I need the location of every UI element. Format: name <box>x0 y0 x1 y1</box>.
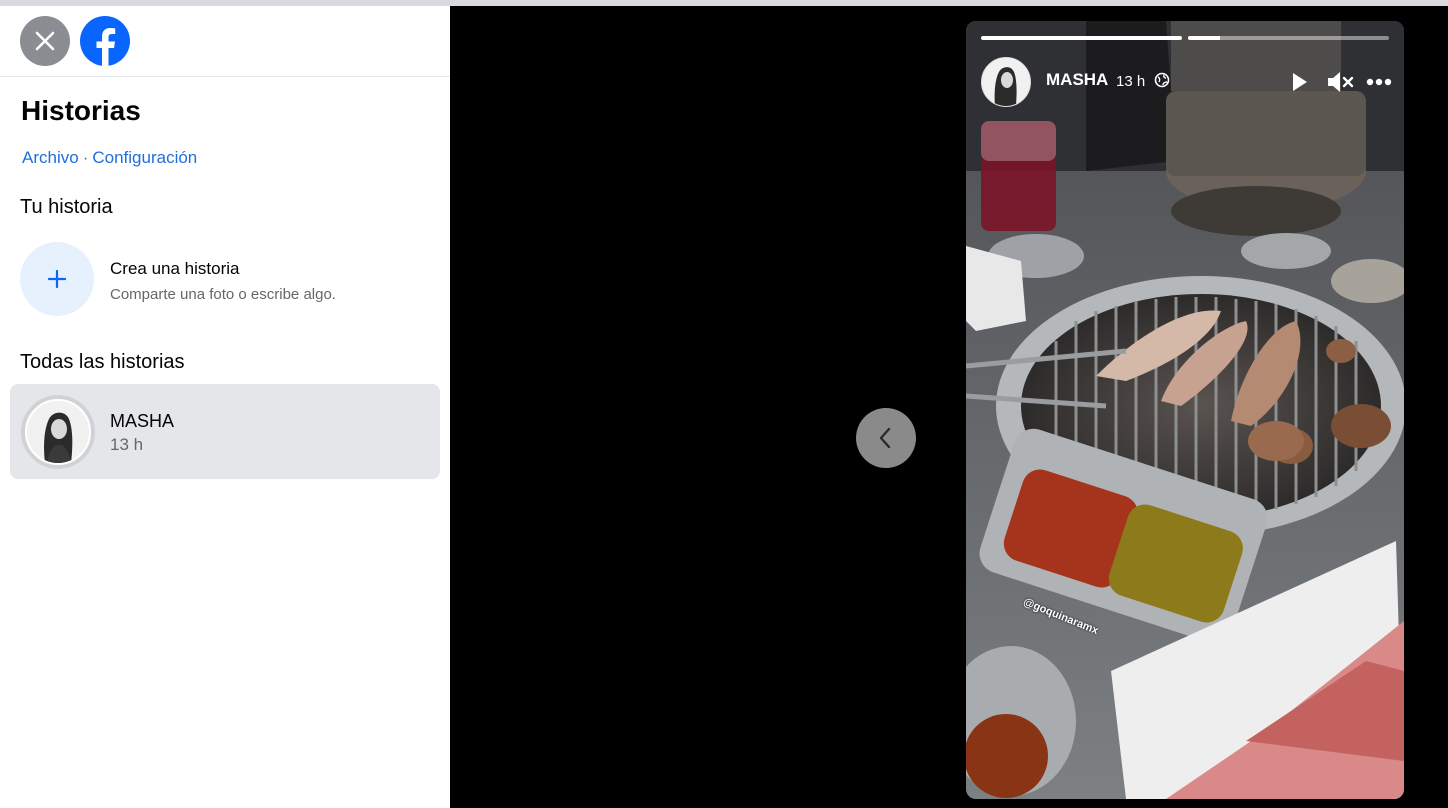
create-story-circle <box>20 242 94 316</box>
story-links: Archivo · Configuración <box>22 148 197 168</box>
story-avatar-ring <box>21 395 95 469</box>
globe-icon <box>1154 72 1170 88</box>
avatar-photo <box>27 401 89 463</box>
previous-story-button[interactable] <box>856 408 916 468</box>
story-author-avatar[interactable] <box>981 57 1031 107</box>
story-timestamp: 13 h <box>110 435 144 454</box>
close-button[interactable] <box>20 16 70 66</box>
your-story-heading: Tu historia <box>20 196 113 218</box>
progress-segment <box>1188 36 1389 40</box>
story-viewer: MASHA 13 h @goquinaramx <box>450 6 1448 808</box>
all-stories-heading: Todas las historias <box>20 351 185 373</box>
page-title: Historias <box>21 95 141 126</box>
progress-fill <box>981 36 1182 40</box>
stories-sidebar: Historias Archivo · Configuración Tu histo… <box>0 6 450 808</box>
more-icon[interactable] <box>1366 77 1392 87</box>
chevron-left-icon <box>879 427 891 449</box>
story-progress-bar <box>981 36 1389 40</box>
create-story-subtitle: Comparte una foto o escribe algo. <box>110 286 336 303</box>
play-icon[interactable] <box>1288 71 1310 93</box>
facebook-logo-icon[interactable] <box>80 16 130 66</box>
create-story-title: Crea una historia <box>110 259 240 278</box>
story-author-name[interactable]: MASHA <box>1046 70 1108 90</box>
story-author-name: MASHA <box>110 411 175 431</box>
progress-fill <box>1188 36 1221 40</box>
avatar-photo <box>982 58 1030 106</box>
link-separator: · <box>82 148 89 167</box>
create-story-button[interactable]: Crea una historia Comparte una foto o es… <box>20 242 430 318</box>
plus-icon <box>47 269 67 289</box>
mute-icon[interactable] <box>1326 69 1354 95</box>
story-list-item-masha[interactable]: MASHA 13 h <box>10 384 440 479</box>
progress-segment <box>981 36 1182 40</box>
close-icon <box>35 31 55 51</box>
story-photo <box>966 21 1404 799</box>
story-timestamp: 13 h <box>1116 73 1146 90</box>
avatar <box>25 399 91 465</box>
settings-link[interactable]: Configuración <box>92 148 197 167</box>
sidebar-header <box>0 6 450 77</box>
story-card[interactable]: MASHA 13 h @goquinaramx <box>966 21 1404 799</box>
archive-link[interactable]: Archivo <box>22 148 79 167</box>
